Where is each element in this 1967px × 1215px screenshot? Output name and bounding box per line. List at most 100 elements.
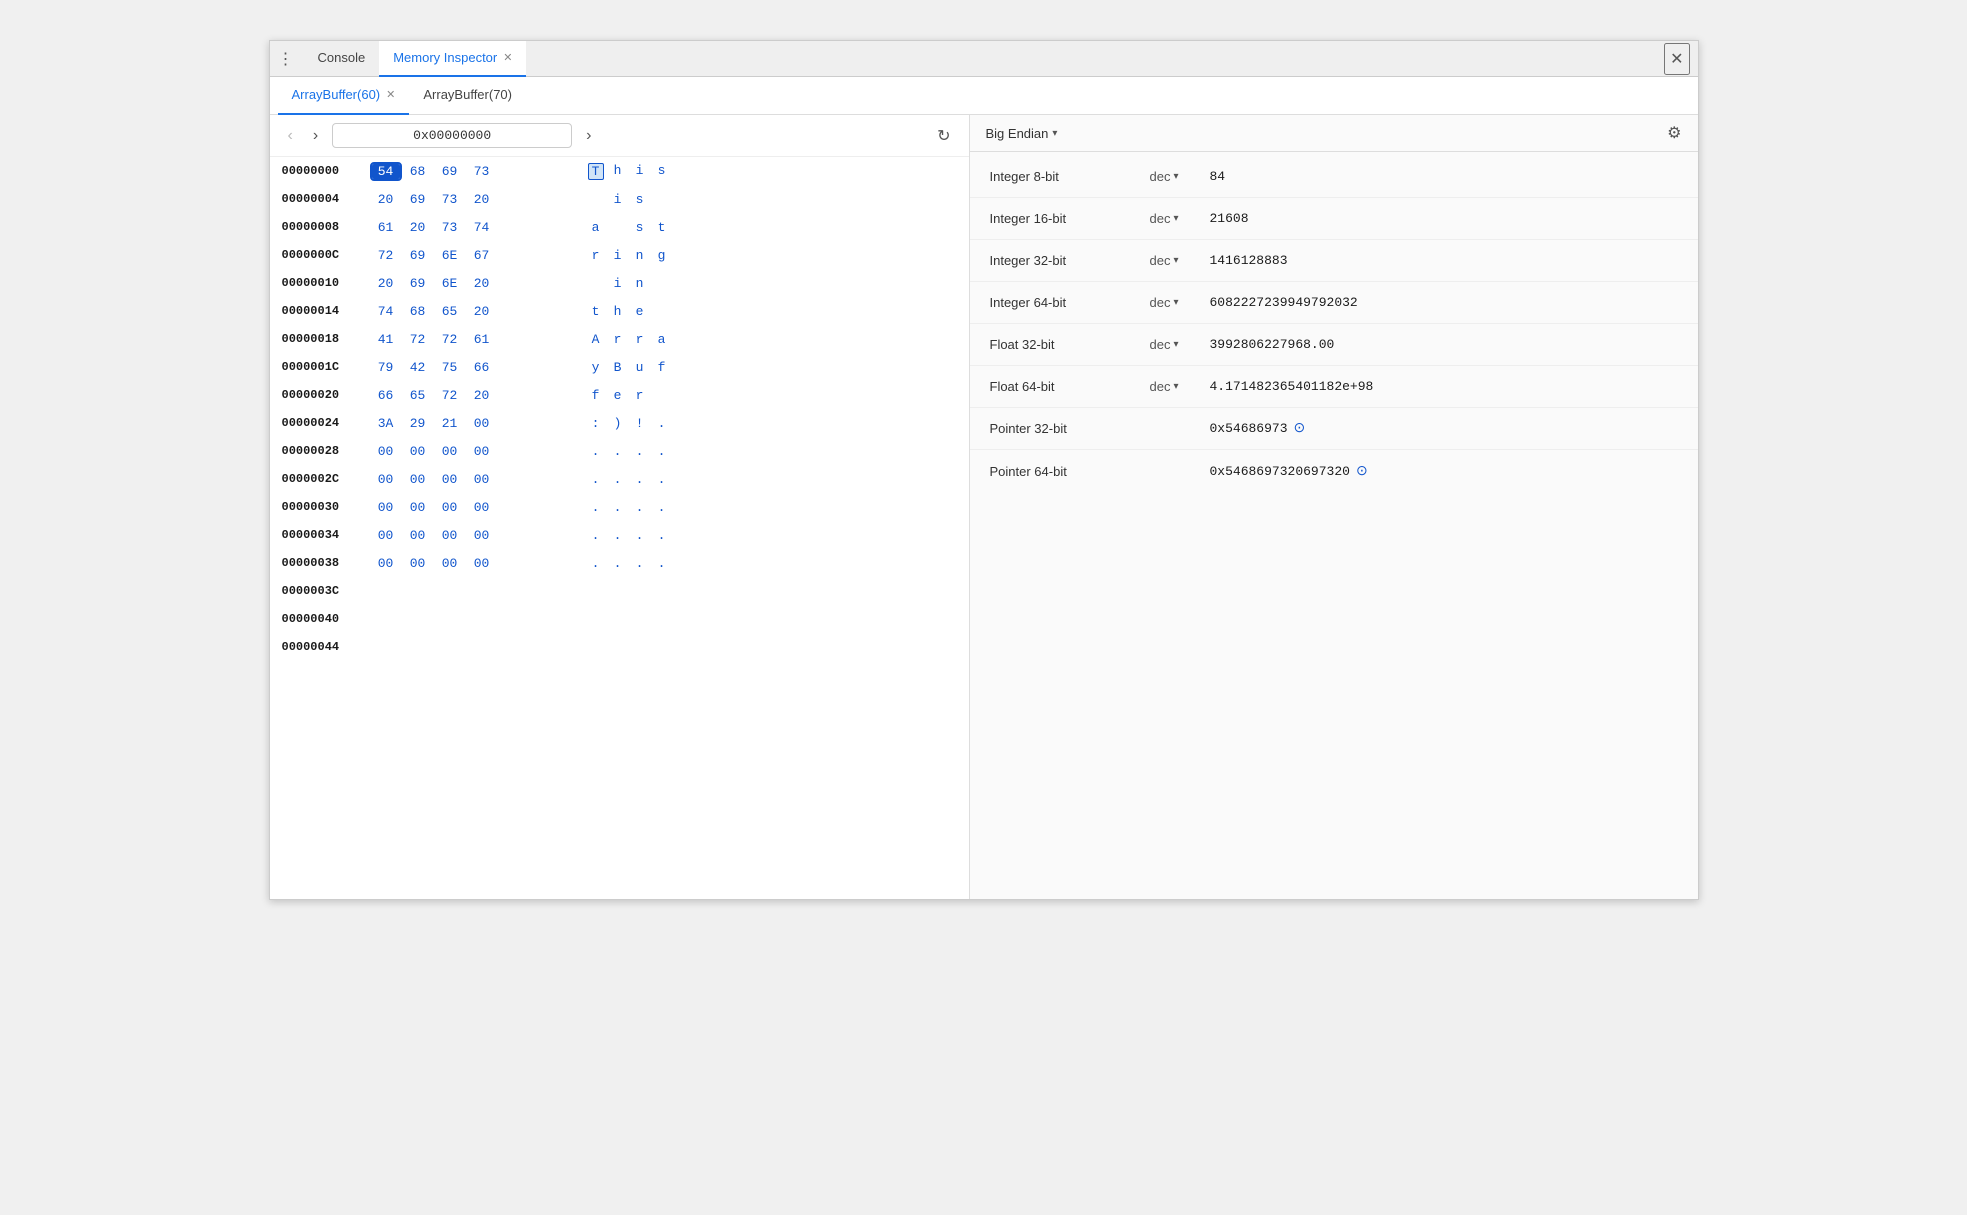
mem-byte[interactable]: 41 [372,332,400,347]
mem-byte[interactable]: 72 [404,332,432,347]
ascii-char[interactable]: e [632,304,648,319]
ascii-char[interactable]: . [654,416,670,431]
insp-format[interactable]: dec ▾ [1150,211,1210,226]
ascii-char[interactable]: i [610,192,626,207]
mem-byte[interactable]: 73 [436,220,464,235]
insp-format[interactable]: dec ▾ [1150,379,1210,394]
goto-icon[interactable]: ⊙ [1294,420,1306,437]
ascii-char[interactable]: f [588,388,604,403]
mem-byte[interactable]: 20 [468,304,496,319]
ascii-char[interactable]: y [588,360,604,375]
mem-byte[interactable]: 65 [436,304,464,319]
mem-byte[interactable]: 00 [404,556,432,571]
mem-byte[interactable]: 20 [468,388,496,403]
mem-byte[interactable]: 74 [372,304,400,319]
mem-byte[interactable]: 20 [468,192,496,207]
mem-byte[interactable]: 69 [404,276,432,291]
ascii-char[interactable]: t [588,304,604,319]
mem-byte[interactable]: 73 [468,164,496,179]
mem-byte[interactable]: 79 [372,360,400,375]
mem-byte[interactable]: 00 [468,416,496,431]
mem-byte[interactable]: 20 [372,192,400,207]
mem-byte[interactable]: 66 [372,388,400,403]
mem-byte[interactable]: 69 [436,164,464,179]
ascii-char[interactable]: n [632,276,648,291]
ascii-char[interactable]: . [610,556,626,571]
ascii-char[interactable] [610,220,626,235]
insp-format[interactable]: dec ▾ [1150,337,1210,352]
ascii-char[interactable] [654,192,670,207]
ascii-char[interactable]: . [632,500,648,515]
ascii-char[interactable]: B [610,360,626,375]
sub-tab-arraybuffer-60[interactable]: ArrayBuffer(60) ✕ [278,77,410,115]
ascii-char[interactable]: . [588,444,604,459]
mem-byte[interactable]: 6E [436,276,464,291]
ascii-char[interactable]: . [632,528,648,543]
mem-byte[interactable]: 00 [436,528,464,543]
ascii-char[interactable]: u [632,360,648,375]
insp-format[interactable]: dec ▾ [1150,295,1210,310]
ascii-char[interactable]: t [654,220,670,235]
ascii-char[interactable]: . [654,472,670,487]
mem-byte[interactable]: 20 [404,220,432,235]
ascii-char[interactable]: . [588,500,604,515]
ascii-char[interactable]: e [610,388,626,403]
ascii-char[interactable]: f [654,360,670,375]
ascii-char[interactable]: . [654,500,670,515]
ascii-char[interactable]: . [654,444,670,459]
mem-byte[interactable]: 74 [468,220,496,235]
ascii-char[interactable]: . [632,556,648,571]
mem-byte[interactable]: 67 [468,248,496,263]
ascii-char[interactable]: a [588,220,604,235]
window-close-button[interactable]: ✕ [1664,43,1689,75]
mem-byte[interactable]: 20 [468,276,496,291]
ascii-char[interactable]: T [588,163,604,180]
mem-byte[interactable]: 00 [404,500,432,515]
three-dots-icon[interactable]: ⋮ [278,49,294,69]
mem-byte[interactable]: 61 [372,220,400,235]
tab-console[interactable]: Console [304,41,380,77]
ascii-char[interactable]: h [610,304,626,319]
mem-byte[interactable]: 72 [372,248,400,263]
ascii-char[interactable]: . [610,472,626,487]
mem-byte[interactable]: 00 [468,556,496,571]
insp-format[interactable]: dec ▾ [1150,253,1210,268]
nav-forward-button[interactable]: › [307,125,324,147]
mem-byte[interactable]: 00 [372,528,400,543]
mem-byte[interactable]: 00 [468,500,496,515]
refresh-button[interactable]: ↻ [931,124,956,148]
ascii-char[interactable] [654,304,670,319]
insp-format[interactable]: dec ▾ [1150,169,1210,184]
mem-byte[interactable]: 65 [404,388,432,403]
ascii-char[interactable]: . [654,528,670,543]
nav-back-button[interactable]: ‹ [282,125,299,147]
mem-byte[interactable]: 00 [404,528,432,543]
mem-byte[interactable]: 6E [436,248,464,263]
mem-byte[interactable]: 68 [404,304,432,319]
ascii-char[interactable]: r [632,388,648,403]
ascii-char[interactable]: i [610,276,626,291]
ascii-char[interactable]: A [588,332,604,347]
mem-byte[interactable]: 00 [468,444,496,459]
ascii-char[interactable] [588,276,604,291]
mem-byte[interactable]: 21 [436,416,464,431]
ascii-char[interactable]: i [610,248,626,263]
ascii-char[interactable]: s [632,192,648,207]
address-input[interactable] [332,123,572,148]
mem-byte[interactable]: 00 [372,556,400,571]
ascii-char[interactable]: ) [610,416,626,431]
ascii-char[interactable]: s [654,163,670,180]
nav-next-button[interactable]: › [580,125,597,147]
ascii-char[interactable]: s [632,220,648,235]
ascii-char[interactable] [654,388,670,403]
ascii-char[interactable]: r [588,248,604,263]
ascii-char[interactable]: i [632,163,648,180]
ascii-char[interactable]: a [654,332,670,347]
mem-byte[interactable]: 00 [372,444,400,459]
ascii-char[interactable]: . [588,528,604,543]
sub-tab-arraybuffer-70[interactable]: ArrayBuffer(70) [409,77,526,115]
goto-icon[interactable]: ⊙ [1356,463,1368,480]
tab-memory-inspector[interactable]: Memory Inspector ✕ [379,41,526,77]
ascii-char[interactable]: r [632,332,648,347]
mem-byte[interactable]: 20 [372,276,400,291]
